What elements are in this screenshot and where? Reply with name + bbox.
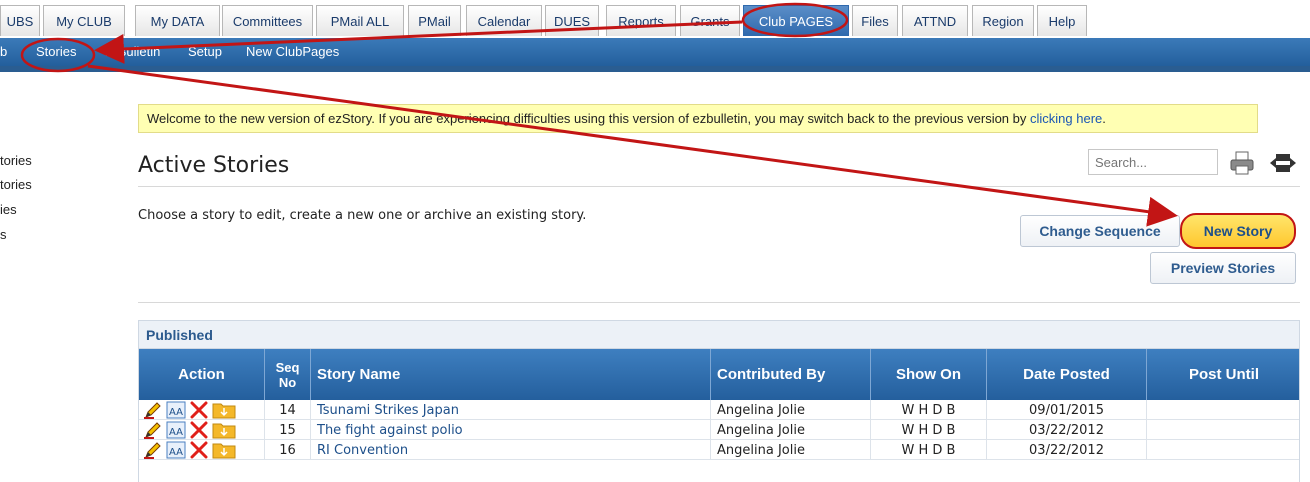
- row-story-name: RI Convention: [311, 440, 711, 460]
- subnav-item-stories[interactable]: Stories: [36, 44, 76, 59]
- tab-dues[interactable]: DUES: [545, 5, 599, 36]
- annotation-arrow-to-new-story: [87, 64, 1178, 227]
- row-date-posted: 03/22/2012: [987, 420, 1147, 440]
- rename-text-icon[interactable]: AA: [166, 421, 186, 439]
- tab-club-pages[interactable]: Club PAGES: [743, 5, 849, 36]
- row-seq: 15: [265, 420, 311, 440]
- svg-text:AA: AA: [169, 427, 183, 438]
- table-row: AA 16 RI Convention Angelina Jolie W H D…: [139, 440, 1299, 460]
- svg-text:AA: AA: [169, 407, 183, 418]
- top-tab-bar: UBS My CLUB My DATA Committees PMail ALL…: [0, 0, 1310, 38]
- story-link[interactable]: Tsunami Strikes Japan: [317, 403, 459, 418]
- header-contributed-by[interactable]: Contributed By: [711, 349, 871, 400]
- tab-attnd[interactable]: ATTND: [902, 5, 968, 36]
- rename-text-icon[interactable]: AA: [166, 401, 186, 419]
- row-date-posted: 03/22/2012: [987, 440, 1147, 460]
- row-story-name: Tsunami Strikes Japan: [311, 400, 711, 420]
- tab-reports[interactable]: Reports: [606, 5, 676, 36]
- published-section-header: Published: [139, 321, 1299, 349]
- row-actions: AA: [139, 420, 265, 440]
- tab-committees[interactable]: Committees: [222, 5, 313, 36]
- edit-pencil-icon[interactable]: [143, 421, 163, 439]
- row-contributor: Angelina Jolie: [711, 420, 871, 440]
- tab-pmail-all[interactable]: PMail ALL: [316, 5, 404, 36]
- subnav-item-ezbulletin[interactable]: ezBulletin: [104, 44, 160, 59]
- row-post-until: [1147, 400, 1299, 420]
- row-actions: AA: [139, 400, 265, 420]
- title-divider: [138, 186, 1300, 187]
- tab-my-club[interactable]: My CLUB: [43, 5, 125, 36]
- row-post-until: [1147, 420, 1299, 440]
- side-menu-item-3[interactable]: ies: [0, 202, 17, 217]
- header-date-posted[interactable]: Date Posted: [987, 349, 1147, 400]
- table-row: AA 14 Tsunami Strikes Japan Angelina Jol…: [139, 400, 1299, 420]
- welcome-banner: Welcome to the new version of ezStory. I…: [138, 104, 1258, 133]
- clicking-here-link[interactable]: clicking here: [1030, 111, 1102, 126]
- tab-files[interactable]: Files: [852, 5, 898, 36]
- delete-x-icon[interactable]: [189, 421, 209, 439]
- side-menu-item-2[interactable]: tories: [0, 177, 32, 192]
- header-seq-line1: Seq: [275, 359, 300, 375]
- side-menu-item-1[interactable]: tories: [0, 153, 32, 168]
- banner-suffix: .: [1102, 111, 1106, 126]
- subnav-item-club[interactable]: b: [0, 44, 7, 59]
- subnav-item-new-clubpages[interactable]: New ClubPages: [246, 44, 339, 59]
- section-divider: [138, 302, 1300, 303]
- row-story-name: The fight against polio: [311, 420, 711, 440]
- row-show-on: W H D B: [871, 440, 987, 460]
- row-actions: AA: [139, 440, 265, 460]
- archive-folder-icon[interactable]: [212, 401, 236, 419]
- row-seq: 14: [265, 400, 311, 420]
- row-post-until: [1147, 440, 1299, 460]
- stories-table: Published Action Seq No Story Name Contr…: [138, 320, 1300, 482]
- rename-text-icon[interactable]: AA: [166, 441, 186, 459]
- row-contributor: Angelina Jolie: [711, 400, 871, 420]
- sub-nav-strip: [0, 66, 1310, 72]
- tab-my-data[interactable]: My DATA: [135, 5, 220, 36]
- header-post-until[interactable]: Post Until: [1147, 349, 1299, 400]
- row-show-on: W H D B: [871, 400, 987, 420]
- story-link[interactable]: RI Convention: [317, 443, 408, 458]
- change-sequence-button[interactable]: Change Sequence: [1020, 215, 1180, 247]
- side-menu-item-4[interactable]: s: [0, 227, 7, 242]
- edit-pencil-icon[interactable]: [143, 401, 163, 419]
- header-show-on[interactable]: Show On: [871, 349, 987, 400]
- header-action: Action: [139, 349, 265, 400]
- new-story-button[interactable]: New Story: [1180, 213, 1296, 249]
- tab-clubs[interactable]: UBS: [0, 5, 40, 36]
- page-description: Choose a story to edit, create a new one…: [138, 208, 587, 223]
- row-date-posted: 09/01/2015: [987, 400, 1147, 420]
- banner-text: Welcome to the new version of ezStory. I…: [147, 111, 1030, 126]
- header-story-name[interactable]: Story Name: [311, 349, 711, 400]
- archive-folder-icon[interactable]: [212, 421, 236, 439]
- subnav-item-setup[interactable]: Setup: [188, 44, 222, 59]
- tab-calendar[interactable]: Calendar: [466, 5, 542, 36]
- tab-grants[interactable]: Grants: [680, 5, 740, 36]
- svg-text:AA: AA: [169, 447, 183, 458]
- search-input[interactable]: [1088, 149, 1218, 175]
- tab-help[interactable]: Help: [1037, 5, 1087, 36]
- table-row: AA 15 The fight against polio Angelina J…: [139, 420, 1299, 440]
- archive-folder-icon[interactable]: [212, 441, 236, 459]
- row-show-on: W H D B: [871, 420, 987, 440]
- tab-pmail[interactable]: PMail: [408, 5, 461, 36]
- header-seq-line2: No: [278, 374, 297, 390]
- edit-pencil-icon[interactable]: [143, 441, 163, 459]
- tab-region[interactable]: Region: [972, 5, 1034, 36]
- delete-x-icon[interactable]: [189, 441, 209, 459]
- preview-stories-button[interactable]: Preview Stories: [1150, 252, 1296, 284]
- sub-nav-bar: b Stories ezBulletin Setup New ClubPages: [0, 38, 1310, 66]
- header-seq-no: Seq No: [265, 349, 311, 400]
- row-contributor: Angelina Jolie: [711, 440, 871, 460]
- print-icon[interactable]: [1228, 150, 1256, 176]
- story-link[interactable]: The fight against polio: [317, 423, 463, 438]
- table-header: Action Seq No Story Name Contributed By …: [139, 349, 1299, 400]
- expand-width-icon[interactable]: [1268, 150, 1296, 176]
- delete-x-icon[interactable]: [189, 401, 209, 419]
- page-title: Active Stories: [138, 153, 290, 178]
- row-seq: 16: [265, 440, 311, 460]
